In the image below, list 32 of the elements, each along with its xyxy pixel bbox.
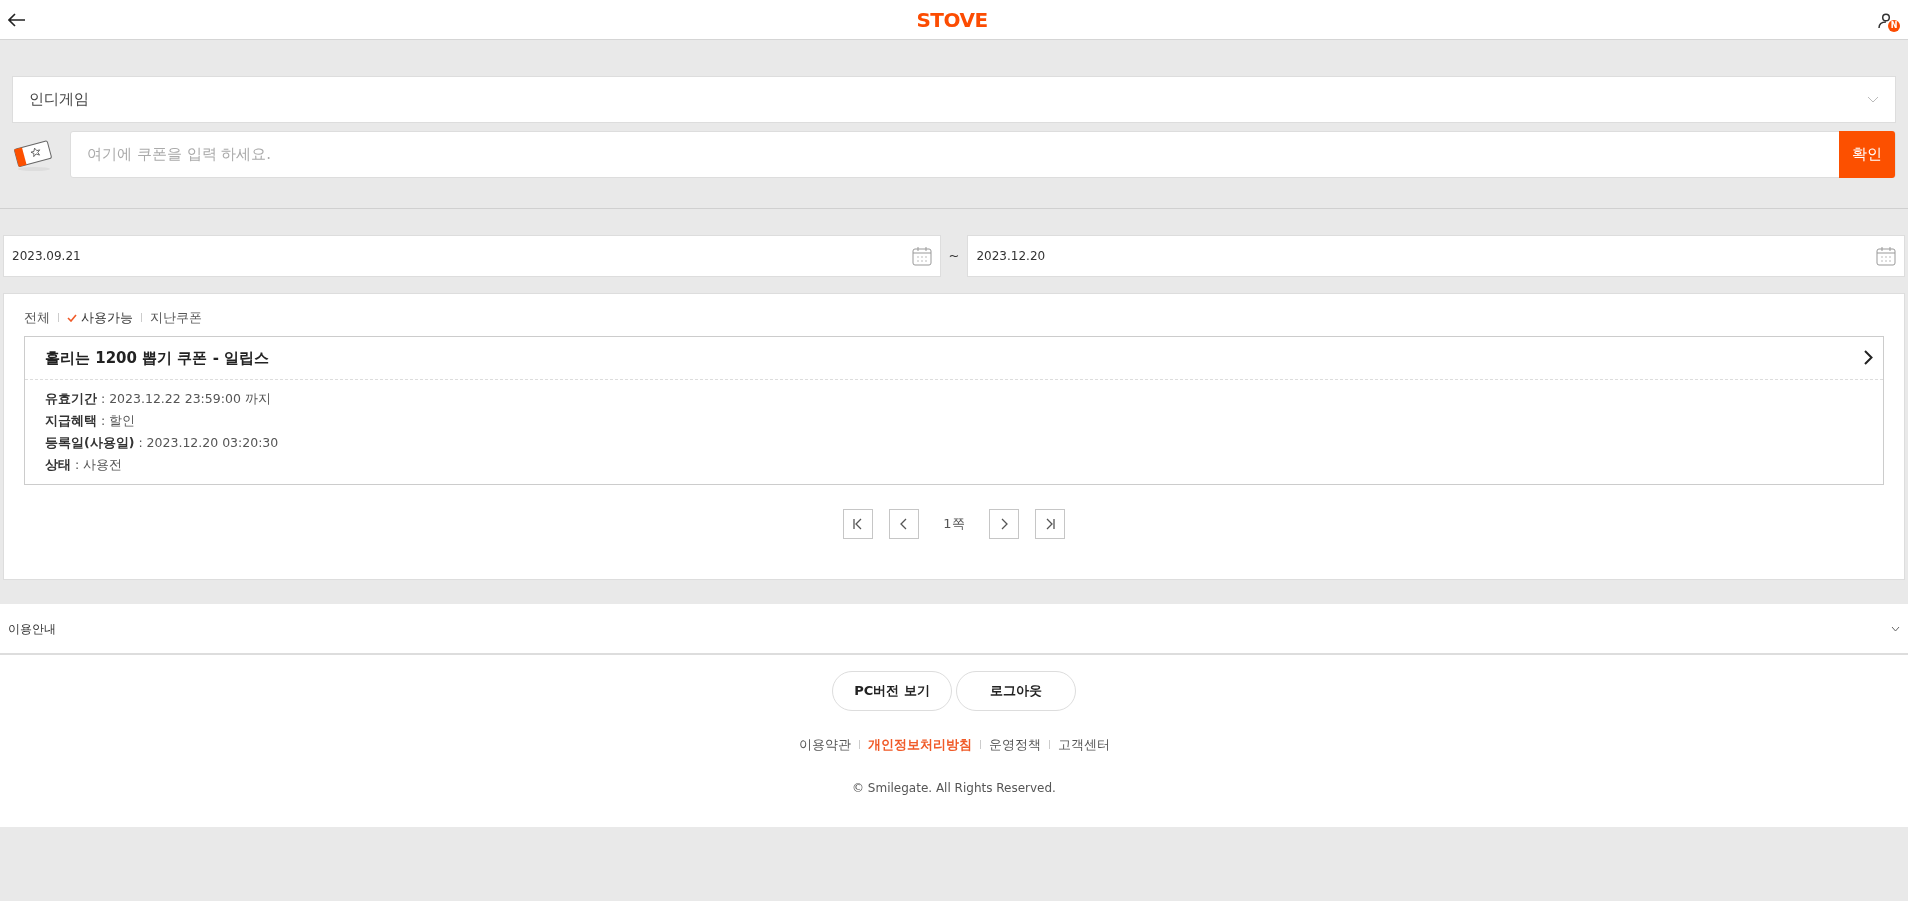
chevron-right-icon[interactable] (1864, 350, 1873, 366)
game-select[interactable]: 인디게임 (12, 76, 1896, 123)
range-separator: ~ (948, 247, 960, 266)
first-page-button[interactable] (843, 509, 874, 539)
calendar-icon[interactable] (911, 246, 932, 266)
pc-version-button[interactable]: PC버전 보기 (832, 671, 952, 711)
filter-tab[interactable]: 전체 (24, 308, 50, 328)
previous-page-button[interactable] (889, 509, 920, 539)
footer-link[interactable]: 고객센터 (1057, 735, 1110, 755)
back-arrow-icon[interactable] (8, 12, 26, 27)
chevron-down-icon (1867, 96, 1879, 103)
footer-link[interactable]: 이용약관 (798, 735, 851, 755)
coupon-detail: 상태 : 사용전 (45, 456, 124, 474)
coupon-detail: 유효기간 : 2023.12.22 23:59:00 까지 (45, 390, 272, 408)
start-date-field[interactable]: 2023.09.21 (3, 235, 941, 277)
copyright-text: © Smilegate. All Rights Reserved. (852, 779, 1056, 797)
notification-badge: N (1888, 19, 1900, 32)
filter-tab[interactable]: 지난쿠폰 (150, 308, 202, 328)
calendar-icon[interactable] (1876, 246, 1896, 266)
next-page-button[interactable] (988, 509, 1019, 539)
page-indicator: 1쪽 (942, 515, 966, 534)
last-page-button[interactable] (1034, 509, 1065, 539)
coupon-detail: 등록일(사용일) : 2023.12.20 03:20:30 (45, 434, 280, 452)
check-icon (67, 313, 77, 322)
footer-link[interactable]: 운영정책 (988, 735, 1041, 755)
coupon-title: 홀리는 1200 뽑기 쿠폰 - 일립스 (45, 347, 270, 369)
end-date-field[interactable]: 2023.12.20 (967, 235, 1905, 277)
coupon-detail: 지급혜택 : 할인 (45, 412, 137, 430)
usage-guide-toggle[interactable]: 이용안내 (0, 604, 1908, 655)
logout-button[interactable]: 로그아웃 (956, 671, 1076, 711)
chevron-icon (1891, 625, 1900, 632)
filter-tab[interactable]: 사용가능 (67, 308, 133, 328)
